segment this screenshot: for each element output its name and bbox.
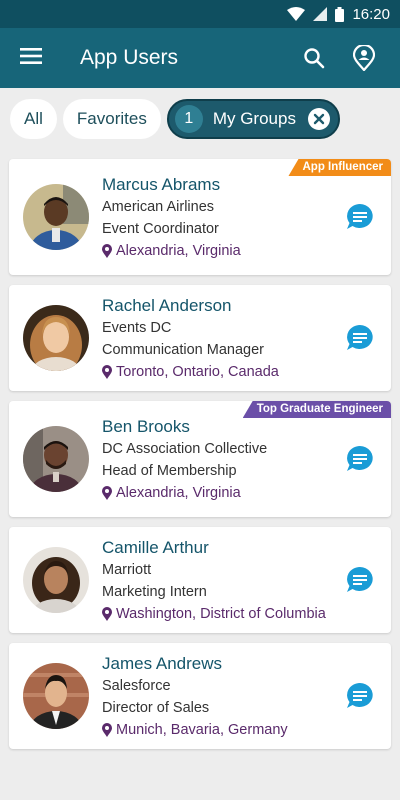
- user-card[interactable]: Top Graduate Engineer Ben Brooks DC Asso…: [9, 401, 391, 517]
- user-title: Marketing Intern: [102, 584, 207, 600]
- battery-icon: [335, 6, 345, 22]
- search-icon: [304, 48, 325, 69]
- user-location: Alexandria, Virginia: [102, 482, 345, 504]
- groups-label: My Groups: [212, 109, 296, 128]
- page-title: App Users: [80, 46, 179, 69]
- user-list: App Influencer Marcus Abrams American Ai…: [0, 139, 400, 749]
- filter-my-groups-chip[interactable]: 1 My Groups: [166, 99, 340, 139]
- user-company: DC Association Collective: [102, 441, 268, 457]
- user-name: Marcus Abrams: [102, 175, 221, 194]
- location-pin-icon: [102, 244, 112, 258]
- user-title: Head of Membership: [102, 463, 237, 479]
- filter-bar: All Favorites 1 My Groups: [0, 88, 400, 139]
- profile-location-button[interactable]: [342, 36, 386, 80]
- user-company: Salesforce: [102, 678, 171, 694]
- user-location: Toronto, Ontario, Canada: [102, 361, 345, 383]
- user-title: Communication Manager: [102, 342, 264, 358]
- user-badge: App Influencer: [288, 159, 391, 176]
- user-card[interactable]: Rachel Anderson Events DC Communication …: [9, 285, 391, 391]
- avatar: [23, 305, 89, 371]
- chat-icon[interactable]: [345, 565, 375, 595]
- filter-all-chip[interactable]: All: [10, 99, 57, 139]
- avatar: [23, 547, 89, 613]
- user-card[interactable]: App Influencer Marcus Abrams American Ai…: [9, 159, 391, 275]
- groups-count-badge: 1: [174, 105, 203, 133]
- user-name: Rachel Anderson: [102, 296, 232, 315]
- user-company: Events DC: [102, 320, 172, 336]
- location-pin-icon: [102, 365, 112, 379]
- location-pin-icon: [102, 607, 112, 621]
- user-badge: Top Graduate Engineer: [242, 401, 391, 418]
- chat-icon[interactable]: [345, 444, 375, 474]
- app-bar: App Users: [0, 28, 400, 88]
- menu-icon[interactable]: [20, 47, 42, 70]
- user-location-text: Munich, Bavaria, Germany: [116, 722, 288, 738]
- user-company: Marriott: [102, 562, 152, 578]
- search-button[interactable]: [292, 36, 336, 80]
- user-card[interactable]: Camille Arthur Marriott Marketing Intern…: [9, 527, 391, 633]
- user-location-text: Washington, District of Columbia: [116, 606, 326, 622]
- user-pin-icon: [353, 45, 375, 71]
- user-location-text: Toronto, Ontario, Canada: [116, 364, 279, 380]
- user-title: Event Coordinator: [102, 221, 219, 237]
- wifi-icon: [287, 7, 306, 21]
- chat-icon[interactable]: [345, 681, 375, 711]
- avatar: [23, 663, 89, 729]
- user-location-text: Alexandria, Virginia: [116, 485, 241, 501]
- avatar: [23, 184, 89, 250]
- user-location-text: Alexandria, Virginia: [116, 243, 241, 259]
- avatar: [23, 426, 89, 492]
- clock: 16:20: [352, 5, 390, 23]
- location-pin-icon: [102, 486, 112, 500]
- status-bar: 16:20: [0, 0, 400, 28]
- user-title: Director of Sales: [102, 700, 210, 716]
- filter-favorites-chip[interactable]: Favorites: [62, 99, 161, 139]
- user-name: Camille Arthur: [102, 538, 209, 557]
- user-location: Washington, District of Columbia: [102, 603, 345, 625]
- user-name: James Andrews: [102, 654, 222, 673]
- chat-icon[interactable]: [345, 202, 375, 232]
- user-card[interactable]: James Andrews Salesforce Director of Sal…: [9, 643, 391, 749]
- location-pin-icon: [102, 723, 112, 737]
- signal-icon: [313, 7, 328, 21]
- user-location: Alexandria, Virginia: [102, 240, 345, 262]
- user-location: Munich, Bavaria, Germany: [102, 719, 345, 741]
- clear-filter-icon[interactable]: [307, 108, 330, 130]
- chat-icon[interactable]: [345, 323, 375, 353]
- user-name: Ben Brooks: [102, 417, 190, 436]
- user-company: American Airlines: [102, 199, 215, 215]
